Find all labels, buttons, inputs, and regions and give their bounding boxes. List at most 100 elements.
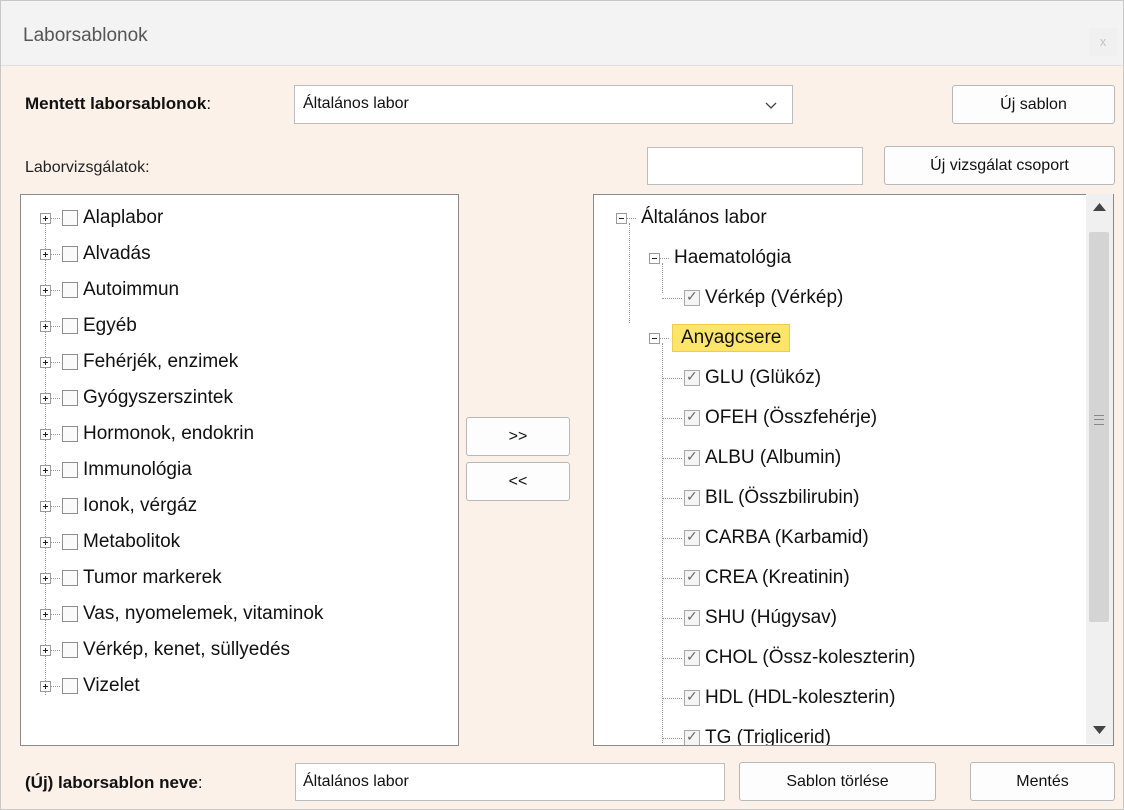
tree-item[interactable]: TG (Triglicerid) [662,723,831,745]
expand-icon[interactable] [40,320,51,332]
expand-icon[interactable] [40,464,51,476]
tree-connector [660,257,669,259]
scroll-up-icon[interactable] [1092,202,1107,212]
tree-root[interactable]: Általános labor [616,203,767,233]
expand-icon[interactable] [40,680,51,692]
checkbox[interactable] [684,728,700,745]
tree-item-label: Autoimmun [83,279,180,300]
tree-item[interactable]: Egyéb [40,311,137,341]
tree-connector [662,657,682,659]
tree-item[interactable]: HDL (HDL-koleszterin) [662,683,895,713]
tree-item[interactable]: CARBA (Karbamid) [662,523,869,553]
expand-icon[interactable] [40,392,51,404]
checkbox[interactable] [62,426,78,442]
checkbox[interactable] [684,528,700,546]
lab-tests-tree[interactable]: Alaplabor Alvadás Autoimmun Egyéb Fehérjék, … [20,194,459,746]
checkbox[interactable] [684,648,700,666]
tree-item-label: Alvadás [83,243,151,264]
tree-item[interactable]: Alaplabor [40,203,163,233]
tree-item[interactable]: BIL (Összbilirubin) [662,483,860,513]
template-tree-scrollbar[interactable] [1086,194,1113,744]
expand-icon[interactable] [40,500,51,512]
checkbox[interactable] [62,318,78,334]
tree-item[interactable]: Gyógyszerszintek [40,383,233,413]
expand-icon[interactable] [40,356,51,368]
checkbox[interactable] [684,688,700,706]
checkbox[interactable] [684,288,700,306]
checkbox[interactable] [684,368,700,386]
tree-group-label: Haematológia [674,247,792,268]
tree-item[interactable]: Vérkép (Vérkép) [662,283,843,313]
tree-item[interactable]: GLU (Glükóz) [662,363,821,393]
tree-item-label: BIL (Összbilirubin) [705,487,860,508]
scroll-down-icon[interactable] [1092,725,1107,735]
tree-group[interactable]: Anyagcsere [649,323,791,353]
expand-icon[interactable] [40,536,51,548]
tree-item[interactable]: Tumor markerek [40,563,222,593]
chevron-down-icon [765,102,777,109]
tree-item[interactable]: Hormonok, endokrin [40,419,254,449]
template-name-label: (Új) laborsablon neve: [25,773,203,793]
tree-item-label: HDL (HDL-koleszterin) [705,687,896,708]
saved-templates-dropdown[interactable]: Általános labor [294,85,793,124]
tree-item[interactable]: Metabolitok [40,527,180,557]
checkbox[interactable] [62,534,78,550]
new-test-group-button[interactable]: Új vizsgálat csoport [884,146,1115,185]
expand-icon[interactable] [40,212,51,224]
expand-icon[interactable] [40,608,51,620]
tree-item[interactable]: Fehérjék, enzimek [40,347,238,377]
checkbox[interactable] [684,448,700,466]
checkbox[interactable] [62,498,78,514]
collapse-icon[interactable] [616,212,627,224]
tree-item[interactable]: Alvadás [40,239,151,269]
tree-item[interactable]: CREA (Kreatinin) [662,563,850,593]
save-button[interactable]: Mentés [970,762,1115,801]
remove-from-template-button[interactable]: << [466,462,570,501]
template-name-colon: : [197,773,203,792]
expand-icon[interactable] [40,428,51,440]
tree-item-label: Alaplabor [83,207,164,228]
checkbox[interactable] [684,408,700,426]
checkbox[interactable] [62,282,78,298]
checkbox[interactable] [684,488,700,506]
checkbox[interactable] [62,354,78,370]
checkbox[interactable] [62,210,78,226]
tree-item[interactable]: Ionok, vérgáz [40,491,197,521]
checkbox[interactable] [62,642,78,658]
checkbox[interactable] [62,390,78,406]
tree-item[interactable]: CHOL (Össz-koleszterin) [662,643,915,673]
tree-item-label: SHU (Húgysav) [705,607,837,628]
tree-item[interactable]: Immunológia [40,455,192,485]
tree-group[interactable]: Haematológia [649,243,791,273]
checkbox[interactable] [62,570,78,586]
checkbox[interactable] [62,246,78,262]
group-name-input[interactable] [647,147,863,185]
tree-connector [51,649,60,651]
tree-item[interactable]: Vizelet [40,671,140,701]
checkbox[interactable] [684,608,700,626]
scrollbar-thumb[interactable] [1089,232,1109,622]
close-button[interactable]: x [1089,28,1117,56]
add-to-template-button[interactable]: >> [466,417,570,456]
tree-item[interactable]: ALBU (Albumin) [662,443,841,473]
checkbox[interactable] [684,568,700,586]
delete-template-button[interactable]: Sablon törlése [739,762,936,801]
expand-icon[interactable] [40,644,51,656]
checkbox[interactable] [62,606,78,622]
collapse-icon[interactable] [649,332,660,344]
tree-item[interactable]: Vérkép, kenet, süllyedés [40,635,290,665]
template-name-input[interactable]: Általános labor [295,763,725,801]
checkbox[interactable] [62,678,78,694]
tree-item[interactable]: Vas, nyomelemek, vitaminok [40,599,323,629]
tree-item[interactable]: Autoimmun [40,275,179,305]
collapse-icon[interactable] [649,252,660,264]
tree-connector [51,541,60,543]
template-tree[interactable]: Általános labor Haematológia Vérkép (Vérké… [593,194,1114,746]
expand-icon[interactable] [40,284,51,296]
tree-item[interactable]: OFEH (Összfehérje) [662,403,877,433]
new-template-button[interactable]: Új sablon [952,85,1115,124]
tree-item[interactable]: SHU (Húgysav) [662,603,837,633]
expand-icon[interactable] [40,248,51,260]
checkbox[interactable] [62,462,78,478]
expand-icon[interactable] [40,572,51,584]
